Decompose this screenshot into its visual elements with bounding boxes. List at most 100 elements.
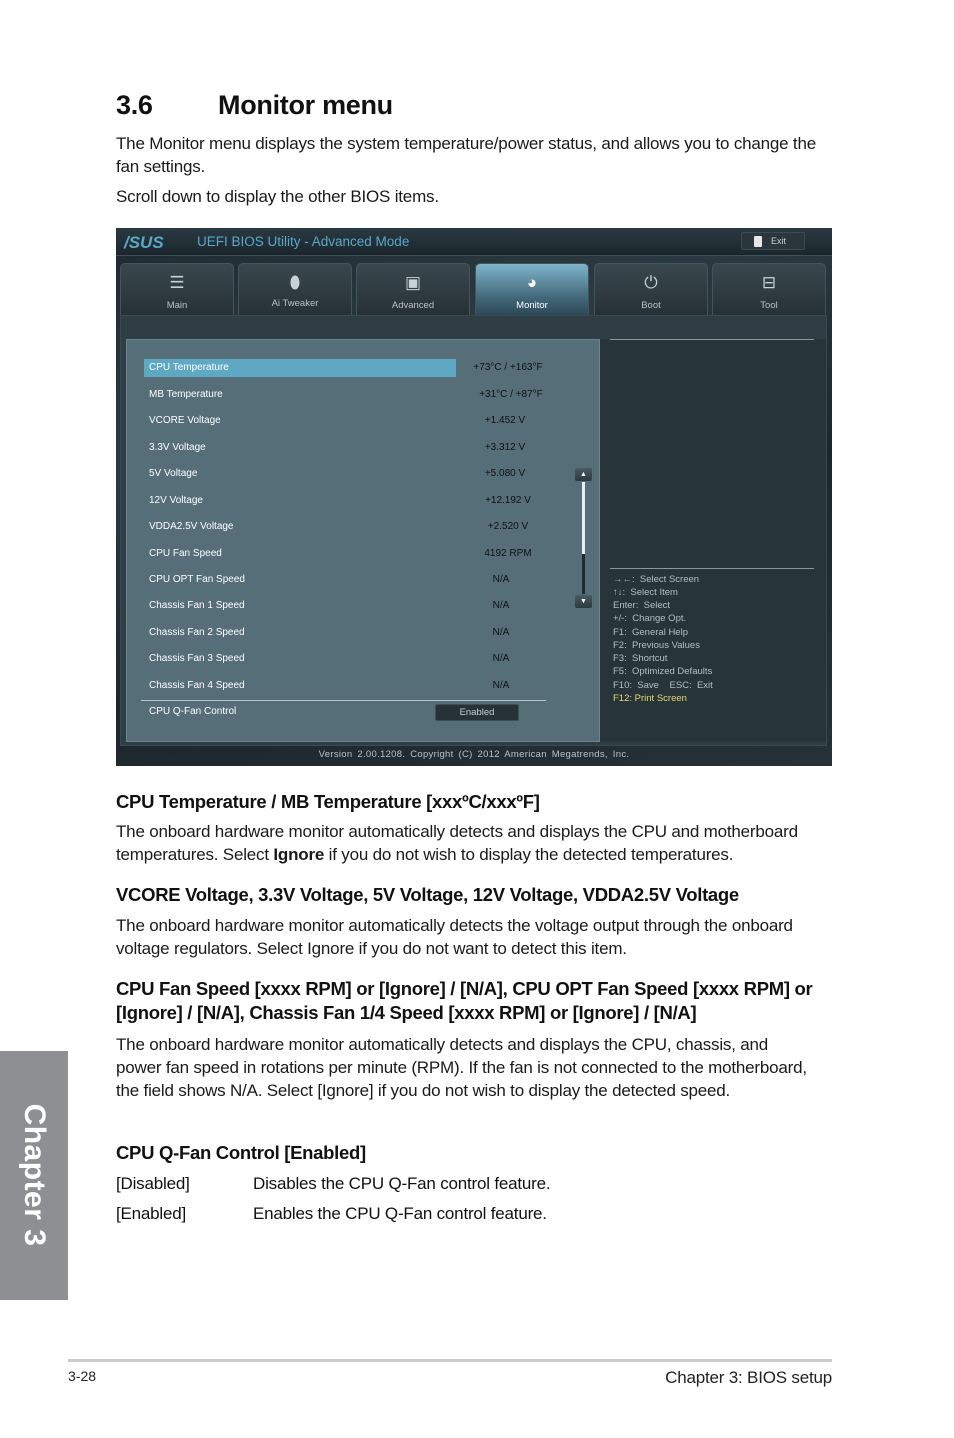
bios-tabs: ☰ Main ⬮ Ai Tweaker ▣ Advanced ◕ Monitor…	[120, 263, 830, 315]
help-line: F1: General Help	[613, 627, 688, 638]
subsection-heading-voltage: VCORE Voltage, 3.3V Voltage, 5V Voltage,…	[116, 884, 739, 905]
list-icon: ☰	[169, 273, 185, 292]
tab-label: Tool	[760, 300, 778, 311]
subsection-body-fan-speed: The onboard hardware monitor automatical…	[116, 1035, 807, 1100]
section-title: 3.6 Monitor menu	[116, 90, 393, 121]
exit-door-icon	[754, 236, 762, 247]
subsection-body-voltage: The onboard hardware monitor automatical…	[116, 916, 793, 958]
toolbox-icon: ⊟	[761, 273, 777, 292]
item-chassis-fan-2-speed[interactable]: Chassis Fan 2 Speed	[144, 624, 456, 642]
item-label: Chassis Fan 3 Speed	[149, 653, 245, 664]
item-value: N/A	[492, 680, 510, 691]
item-label: Chassis Fan 2 Speed	[149, 627, 245, 638]
tab-label: Monitor	[516, 300, 548, 311]
tab-label: Ai Tweaker	[271, 298, 319, 309]
option-key: [Disabled]	[116, 1174, 190, 1193]
tab-boot[interactable]: ⏻ Boot	[594, 263, 708, 315]
item-cpu-opt-fan-speed[interactable]: CPU OPT Fan Speed	[144, 571, 456, 589]
item-label: Chassis Fan 4 Speed	[149, 680, 245, 691]
item-vcore-voltage[interactable]: VCORE Voltage	[144, 412, 456, 430]
tab-label: Boot	[641, 300, 661, 311]
item-value: N/A	[492, 574, 510, 585]
scrollbar-thumb[interactable]	[582, 482, 585, 554]
item-chassis-fan-3-speed[interactable]: Chassis Fan 3 Speed	[144, 650, 456, 668]
help-line: +/-: Change Opt.	[613, 613, 687, 624]
help-line: →←: Select Screen	[613, 574, 700, 585]
tab-ai-tweaker[interactable]: ⬮ Ai Tweaker	[238, 263, 352, 315]
bios-footer: Version 2.00.1208. Copyright (C) 2012 Am…	[318, 749, 630, 760]
item-12v-voltage[interactable]: 12V Voltage	[144, 492, 456, 510]
item-value: 4192 RPM	[484, 548, 532, 559]
bios-title: UEFI BIOS Utility - Advanced Mode	[197, 234, 410, 249]
help-line-highlighted: F12: Print Screen	[613, 693, 687, 704]
item-value: +5.080 V	[484, 468, 526, 479]
tab-main[interactable]: ☰ Main	[120, 263, 234, 315]
chapter-side-tab: Chapter 3	[0, 1051, 68, 1300]
item-label: VCORE Voltage	[149, 415, 221, 426]
item-label: MB Temperature	[149, 389, 223, 400]
scroll-up-button[interactable]: ▲	[575, 468, 592, 481]
item-cpu-temperature[interactable]: CPU Temperature	[144, 359, 456, 377]
item-value: +12.192 V	[485, 495, 531, 506]
body-text: if you do not wish to display the detect…	[324, 845, 734, 864]
tab-monitor[interactable]: ◕ Monitor	[475, 263, 589, 315]
item-value: +73°C / +163°F	[473, 362, 543, 373]
tweaker-icon: ⬮	[289, 273, 301, 292]
item-value: +2.520 V	[487, 521, 529, 532]
item-label: CPU Temperature	[149, 362, 229, 373]
help-line: ↑↓: Select Item	[613, 587, 678, 598]
option-desc: Disables the CPU Q-Fan control feature.	[253, 1174, 551, 1193]
footer-rule	[68, 1359, 832, 1362]
subsection-body-temperature: The onboard hardware monitor automatical…	[116, 820, 836, 866]
tab-tool[interactable]: ⊟ Tool	[712, 263, 826, 315]
tab-label: Advanced	[391, 300, 435, 311]
option-desc: Enables the CPU Q-Fan control feature.	[253, 1204, 547, 1223]
item-value: +3.312 V	[484, 442, 526, 453]
tab-label: Main	[166, 300, 188, 311]
item-label: CPU Fan Speed	[149, 548, 222, 559]
item-value: N/A	[492, 600, 510, 611]
help-line: Enter: Select	[613, 600, 671, 611]
footer-chapter: Chapter 3: BIOS setup	[665, 1368, 832, 1387]
item-chassis-fan-4-speed[interactable]: Chassis Fan 4 Speed	[144, 677, 456, 695]
help-line: F3: Shortcut	[613, 653, 668, 664]
section-number: 3.6	[116, 90, 153, 120]
tab-advanced[interactable]: ▣ Advanced	[356, 263, 470, 315]
chapter-tab-label: Chapter 3	[18, 1103, 51, 1247]
subsection-heading-fan-speed: CPU Fan Speed [xxxx RPM] or [Ignore] / […	[116, 978, 813, 1023]
item-label: Chassis Fan 1 Speed	[149, 600, 245, 611]
asus-logo: /SUS	[124, 233, 164, 252]
qfan-separator	[141, 700, 546, 701]
advanced-icon: ▣	[404, 273, 422, 292]
item-label: CPU OPT Fan Speed	[149, 574, 245, 585]
bios-header: /SUS UEFI BIOS Utility - Advanced Mode E…	[116, 228, 832, 256]
item-value: N/A	[492, 627, 510, 638]
page-number: 3-28	[68, 1368, 97, 1384]
item-3v3-voltage[interactable]: 3.3V Voltage	[144, 439, 456, 457]
section-title-text: Monitor menu	[218, 90, 393, 120]
item-cpu-fan-speed[interactable]: CPU Fan Speed	[144, 545, 456, 563]
item-vdda-voltage[interactable]: VDDA2.5V Voltage	[144, 518, 456, 536]
option-disabled: [Disabled] Disables the CPU Q-Fan control…	[116, 1174, 551, 1194]
exit-button[interactable]: Exit	[741, 232, 805, 250]
scroll-down-button[interactable]: ▼	[575, 595, 592, 608]
intro-paragraph: The Monitor menu displays the system tem…	[116, 134, 816, 176]
item-mb-temperature[interactable]: MB Temperature	[144, 386, 456, 404]
item-chassis-fan-1-speed[interactable]: Chassis Fan 1 Speed	[144, 597, 456, 615]
item-value: +1.452 V	[484, 415, 526, 426]
item-cpu-qfan-control[interactable]: CPU Q-Fan Control	[144, 703, 456, 721]
power-icon: ⏻	[644, 273, 658, 292]
subsection-heading-qfan: CPU Q-Fan Control [Enabled]	[116, 1142, 366, 1163]
qfan-value-dropdown[interactable]: Enabled	[435, 704, 519, 721]
monitor-icon: ◕	[526, 273, 538, 292]
scroll-note: Scroll down to display the other BIOS it…	[116, 187, 439, 206]
bios-screenshot: /SUS UEFI BIOS Utility - Advanced Mode E…	[116, 228, 832, 766]
body-bold-text: Ignore	[273, 845, 325, 864]
item-5v-voltage[interactable]: 5V Voltage	[144, 465, 456, 483]
item-label: CPU Q-Fan Control	[149, 706, 237, 717]
help-divider-top	[610, 339, 814, 340]
help-line: F10: Save ESC: Exit	[613, 680, 713, 691]
item-label: 3.3V Voltage	[149, 442, 206, 453]
subsection-heading-temperature: CPU Temperature / MB Temperature [xxxºC/…	[116, 791, 540, 812]
item-value: N/A	[492, 653, 510, 664]
